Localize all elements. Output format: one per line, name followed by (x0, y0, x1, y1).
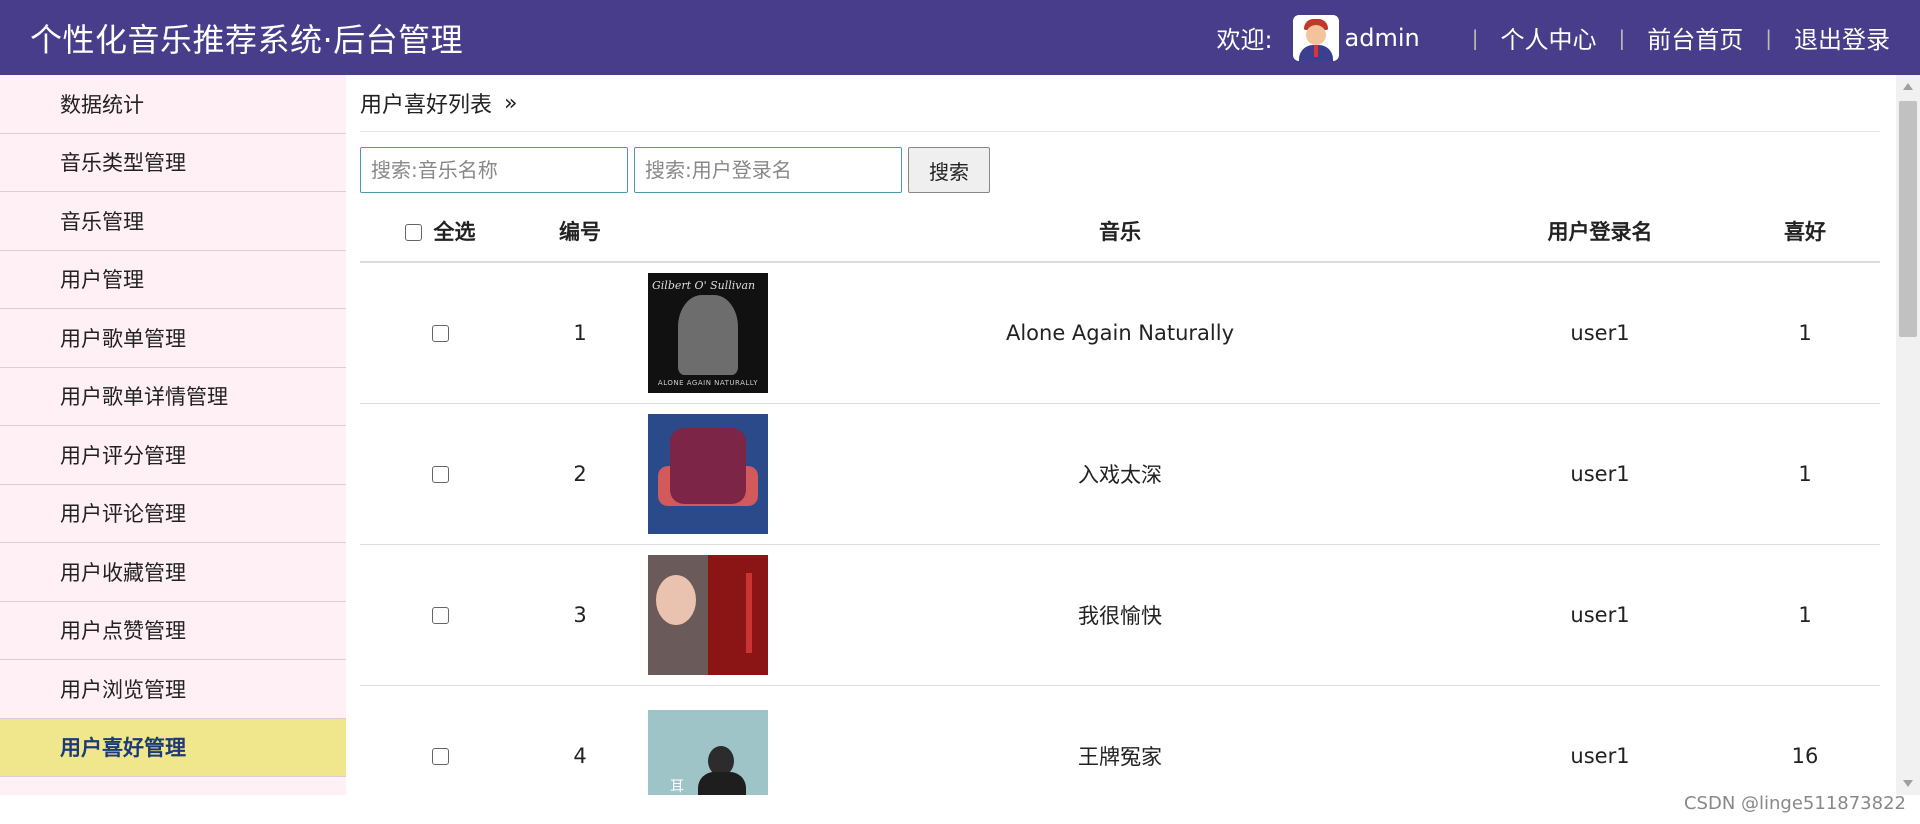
table-header-row: 全选 编号 音乐 用户登录名 喜好 (360, 200, 1880, 263)
cover-title: Gilbert O' Sullivan (652, 278, 756, 292)
row-music: Alone Again Naturally (770, 262, 1470, 404)
top-header: 个性化音乐推荐系统·后台管理 欢迎: admin | 个人中心 | 前台首页 |… (0, 0, 1920, 75)
row-checkbox[interactable] (431, 466, 449, 483)
row-cover-cell: 耳 (640, 685, 770, 795)
sidebar-item-playlist-details[interactable]: 用户歌单详情管理 (0, 368, 346, 426)
breadcrumb-arrow-icon: » (504, 90, 518, 116)
album-cover-image: 耳 (648, 709, 768, 795)
search-button[interactable]: 搜索 (908, 147, 990, 193)
row-id: 4 (520, 685, 640, 795)
row-preference: 1 (1730, 544, 1880, 686)
breadcrumb-label: 用户喜好列表 (360, 93, 493, 118)
select-all-checkbox[interactable] (404, 224, 422, 241)
row-checkbox-cell (360, 262, 520, 404)
row-checkbox[interactable] (431, 748, 449, 765)
username: admin (1344, 23, 1420, 52)
sidebar-item-preferences[interactable]: 用户喜好管理 (0, 718, 346, 777)
row-cover-cell (640, 544, 770, 686)
select-all-label: 全选 (433, 219, 476, 244)
row-checkbox[interactable] (431, 325, 449, 343)
cover-mark: 耳 (670, 778, 684, 795)
table-row: 1 Gilbert O' Sullivan ALONE AGAIN NATURA… (360, 262, 1880, 404)
main-content: 用户喜好列表 » 搜索 全选 编号 音乐 用户登录名 喜好 1 (360, 75, 1880, 795)
header-username: 用户登录名 (1470, 200, 1730, 263)
row-cover-cell (640, 403, 770, 545)
album-cover-image (648, 413, 768, 534)
sidebar-item-music[interactable]: 音乐管理 (0, 192, 346, 251)
frontend-home-link[interactable]: 前台首页 (1647, 20, 1743, 55)
row-checkbox[interactable] (431, 607, 449, 624)
scroll-down-arrow-icon[interactable] (1903, 780, 1913, 787)
row-id: 3 (520, 544, 640, 686)
row-id: 2 (520, 403, 640, 545)
album-cover-image: Gilbert O' Sullivan ALONE AGAIN NATURALL… (648, 272, 768, 393)
album-cover-image (648, 554, 768, 675)
table-row: 2 入戏太深 user1 1 (360, 403, 1880, 545)
app-title: 个性化音乐推荐系统·后台管理 (30, 20, 464, 59)
scroll-up-arrow-icon[interactable] (1903, 83, 1913, 90)
row-username: user1 (1470, 403, 1730, 545)
search-bar: 搜索 (360, 146, 1880, 194)
row-checkbox-cell (360, 403, 520, 545)
row-id: 1 (520, 262, 640, 404)
music-name-search-input[interactable] (360, 147, 628, 193)
row-username: user1 (1470, 262, 1730, 404)
sidebar-item-music-types[interactable]: 音乐类型管理 (0, 134, 346, 192)
separator: | (1765, 25, 1772, 50)
row-cover-cell: Gilbert O' Sullivan ALONE AGAIN NATURALL… (640, 262, 770, 404)
header-music: 音乐 (770, 200, 1470, 263)
row-music: 入戏太深 (770, 403, 1470, 545)
table-row: 3 我很愉快 user1 1 (360, 544, 1880, 686)
header-cover (640, 200, 770, 263)
sidebar-item-users[interactable]: 用户管理 (0, 251, 346, 309)
username-search-input[interactable] (634, 147, 902, 193)
vertical-scrollbar[interactable] (1896, 75, 1920, 795)
table-row: 4 耳 王牌冤家 user1 16 (360, 685, 1880, 795)
sidebar-item-ratings[interactable]: 用户评分管理 (0, 426, 346, 485)
cover-caption: ALONE AGAIN NATURALLY (657, 378, 759, 387)
preferences-table: 全选 编号 音乐 用户登录名 喜好 1 Gilbert O' Sullivan … (360, 200, 1880, 795)
row-preference: 16 (1730, 685, 1880, 795)
logout-link[interactable]: 退出登录 (1794, 20, 1890, 55)
row-username: user1 (1470, 685, 1730, 795)
header-select-all: 全选 (360, 200, 520, 263)
separator: | (1618, 25, 1626, 50)
row-music: 王牌冤家 (770, 685, 1470, 795)
sidebar-item-likes[interactable]: 用户点赞管理 (0, 602, 346, 660)
sidebar-item-browsing[interactable]: 用户浏览管理 (0, 660, 346, 719)
row-username: user1 (1470, 544, 1730, 686)
breadcrumb: 用户喜好列表 » (360, 75, 1880, 132)
scrollbar-thumb[interactable] (1899, 101, 1917, 337)
sidebar-item-favorites[interactable]: 用户收藏管理 (0, 543, 346, 602)
row-checkbox-cell (360, 544, 520, 686)
row-checkbox-cell (360, 685, 520, 795)
watermark: CSDN @linge511873822 (1683, 793, 1906, 814)
row-preference: 1 (1730, 403, 1880, 545)
header-right: 欢迎: admin | 个人中心 | 前台首页 | 退出登录 (1216, 14, 1890, 61)
header-id: 编号 (520, 200, 640, 263)
sidebar-item-statistics[interactable]: 数据统计 (0, 75, 346, 134)
welcome-label: 欢迎: (1216, 26, 1273, 54)
sidebar-item-comments[interactable]: 用户评论管理 (0, 485, 346, 543)
avatar (1292, 14, 1339, 61)
sidebar: 数据统计 音乐类型管理 音乐管理 用户管理 用户歌单管理 用户歌单详情管理 用户… (0, 75, 346, 795)
row-preference: 1 (1730, 262, 1880, 404)
profile-link[interactable]: 个人中心 (1501, 20, 1597, 55)
row-music: 我很愉快 (770, 544, 1470, 686)
sidebar-item-playlists[interactable]: 用户歌单管理 (0, 309, 346, 368)
header-preference: 喜好 (1730, 200, 1880, 263)
separator: | (1471, 25, 1479, 50)
